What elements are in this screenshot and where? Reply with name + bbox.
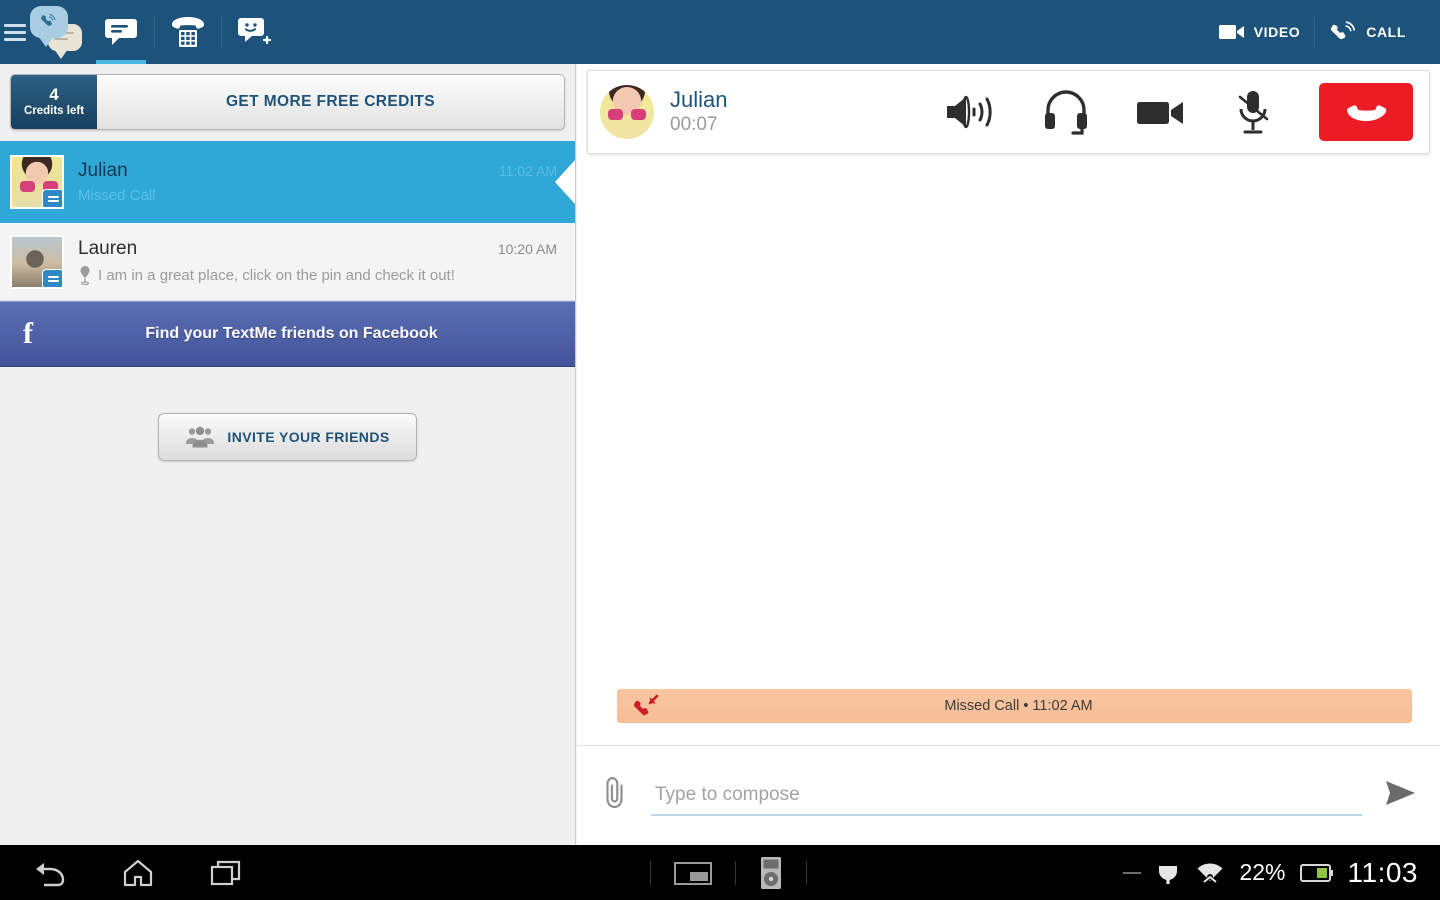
conversation-item-lauren[interactable]: Lauren 10:20 AM I am in a great place, c…	[0, 223, 575, 301]
conversation-detail-panel: Julian 00:07 Missed Call • 11:02 AM Type…	[577, 64, 1440, 845]
battery-percent: 22%	[1239, 859, 1286, 885]
no-signal-icon	[1123, 871, 1142, 874]
send-arrow-icon	[1386, 781, 1415, 805]
conversation-body: Julian 11:02 AM Missed Call	[78, 160, 557, 204]
top-bar-actions: VIDEO CALL	[1205, 12, 1440, 52]
battery-icon	[1299, 863, 1333, 882]
video-button[interactable]: VIDEO	[1205, 12, 1315, 52]
tab-add-contact[interactable]	[222, 0, 288, 64]
facebook-find-friends-bar[interactable]: f Find your TextMe friends on Facebook	[0, 301, 575, 367]
tab-dialer[interactable]	[155, 0, 221, 64]
julian-avatar	[10, 154, 64, 209]
android-system-bar: 22% 11:03	[0, 845, 1440, 900]
keyboard-icon[interactable]	[673, 859, 713, 887]
invite-your-friends-button[interactable]: INVITE YOUR FRIENDS	[158, 413, 417, 461]
compose-bar	[577, 745, 1440, 845]
julian-avatar	[600, 85, 654, 139]
message-thread: Missed Call • 11:02 AM	[577, 156, 1440, 733]
invite-button-label: INVITE YOUR FRIENDS	[227, 429, 390, 445]
conversation-name: Julian	[78, 159, 128, 181]
conversation-body: Lauren 10:20 AM I am in a great place, c…	[78, 238, 557, 285]
smiley-bubble-plus-icon	[238, 18, 272, 45]
wifi-icon	[1197, 863, 1223, 883]
textme-logo-icon[interactable]	[26, 0, 88, 64]
headset-button[interactable]	[1043, 87, 1089, 137]
back-arrow-icon[interactable]	[30, 858, 66, 888]
conversation-preview: I am in a great place, click on the pin …	[78, 265, 557, 285]
tab-messages[interactable]	[88, 0, 154, 64]
hang-up-button[interactable]	[1319, 83, 1413, 141]
app-window: VIDEO CALL 4 Credits left GET MORE FREE …	[0, 0, 1440, 900]
paperclip-icon	[606, 777, 623, 809]
credits-count: 4	[49, 85, 59, 104]
phone-keypad-icon	[172, 17, 204, 47]
call-meta: Julian 00:07	[670, 87, 727, 137]
conversation-time: 11:02 AM	[498, 162, 557, 179]
hang-up-phone-icon	[1347, 105, 1387, 121]
system-divider	[735, 860, 736, 885]
credits-bar: 4 Credits left GET MORE FREE CREDITS	[10, 74, 565, 130]
call-controls	[943, 83, 1413, 141]
media-device-icon[interactable]	[758, 856, 784, 890]
usb-icon	[1159, 865, 1178, 884]
conversation-time: 10:20 AM	[497, 241, 557, 257]
conversation-item-julian[interactable]: Julian 11:02 AM Missed Call	[0, 141, 575, 223]
headset-icon	[1045, 90, 1087, 135]
conversation-list: Julian 11:02 AM Missed Call Lauren 10:20…	[0, 141, 575, 301]
send-button[interactable]	[1384, 778, 1418, 813]
chat-bubble-badge-icon	[42, 268, 62, 287]
credits-left-badge[interactable]: 4 Credits left	[11, 75, 97, 129]
missed-call-banner[interactable]: Missed Call • 11:02 AM	[617, 689, 1412, 723]
credits-left-label: Credits left	[23, 105, 85, 117]
conversations-panel: 4 Credits left GET MORE FREE CREDITS Jul…	[0, 64, 576, 845]
conversation-preview-text: I am in a great place, click on the pin …	[98, 266, 455, 284]
video-camera-icon	[1137, 102, 1183, 124]
get-more-credits-button[interactable]: GET MORE FREE CREDITS	[97, 75, 564, 129]
speaker-on-icon	[947, 95, 992, 129]
compose-input[interactable]	[651, 775, 1362, 816]
call-label: CALL	[1366, 24, 1406, 40]
group-people-icon	[186, 426, 215, 448]
invite-section: INVITE YOUR FRIENDS	[0, 367, 575, 461]
location-pin-icon	[80, 266, 90, 285]
recent-apps-icon[interactable]	[210, 859, 242, 887]
top-app-bar: VIDEO CALL	[0, 0, 1440, 64]
system-divider	[650, 860, 651, 885]
chat-bubble-icon	[105, 19, 137, 45]
microphone-muted-icon	[1238, 91, 1269, 134]
mute-button[interactable]	[1233, 87, 1273, 137]
system-divider	[806, 860, 807, 885]
video-label: VIDEO	[1253, 24, 1301, 40]
video-camera-icon	[1218, 25, 1244, 39]
video-toggle-button[interactable]	[1135, 95, 1187, 129]
speaker-button[interactable]	[943, 90, 997, 134]
conversation-name: Lauren	[78, 238, 138, 259]
conversation-preview-text: Missed Call	[78, 186, 156, 204]
phone-call-icon	[1331, 21, 1356, 40]
system-bar-center	[650, 856, 807, 890]
lauren-avatar	[10, 234, 64, 289]
system-status-icons: 22% 11:03	[1123, 857, 1440, 889]
home-icon[interactable]	[122, 858, 154, 888]
missed-call-text: Missed Call • 11:02 AM	[944, 698, 1093, 714]
attach-button[interactable]	[603, 775, 629, 816]
call-duration: 00:07	[670, 114, 718, 135]
call-button[interactable]: CALL	[1315, 12, 1420, 52]
active-call-bar: Julian 00:07	[587, 70, 1430, 154]
system-nav-buttons	[0, 858, 242, 888]
conversation-preview: Missed Call	[78, 187, 557, 204]
system-clock: 11:03	[1347, 856, 1418, 888]
call-contact-name: Julian	[670, 87, 728, 112]
facebook-bar-label: Find your TextMe friends on Facebook	[145, 325, 438, 342]
chat-bubble-badge-icon	[42, 188, 62, 207]
